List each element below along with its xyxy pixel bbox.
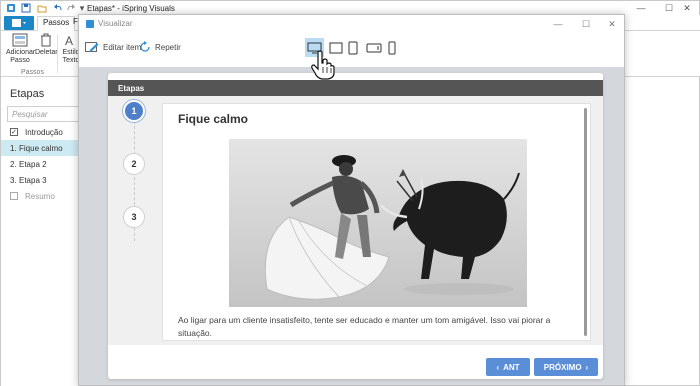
ribbon-group-label: Passos: [21, 69, 44, 76]
redo-icon[interactable]: [66, 3, 76, 13]
dialog-maximize-button[interactable]: ☐: [573, 15, 599, 33]
list-item-label: Introdução: [25, 127, 63, 137]
card-body-text: Ao ligar para um cliente insatisfeito, t…: [178, 315, 551, 338]
dialog-minimize-button[interactable]: —: [545, 15, 571, 33]
repeat-label: Repetir: [155, 42, 181, 52]
edit-item-label: Editar item: [103, 42, 142, 52]
step-2-button[interactable]: 2: [123, 153, 145, 175]
list-item-step-2[interactable]: 2. Etapa 2: [1, 156, 79, 172]
preview-toolbar: Editar item Repetir: [79, 33, 624, 67]
player-header: Etapas: [108, 80, 603, 96]
list-item-summary[interactable]: Resumo: [1, 188, 79, 204]
checkbox-checked-icon[interactable]: ✓: [10, 128, 18, 136]
app-titlebar: ▾ Etapas* - iSpring Visuals — ☐ ✕: [1, 1, 700, 15]
minimize-button[interactable]: —: [627, 1, 655, 15]
card-title: Fique calmo: [178, 112, 249, 126]
next-button[interactable]: PRÓXIMO ›: [534, 358, 598, 376]
repeat-button[interactable]: Repetir: [139, 41, 181, 53]
tab-passos[interactable]: Passos: [37, 16, 76, 31]
open-icon[interactable]: [37, 3, 47, 13]
dialog-titlebar: Visualizar — ☐ ✕: [79, 15, 624, 33]
save-icon[interactable]: [21, 3, 31, 13]
app-logo-icon: [6, 3, 16, 13]
list-item-label: Fique calmo: [19, 143, 63, 153]
repeat-icon: [140, 41, 150, 52]
dialog-close-button[interactable]: ✕: [599, 15, 625, 33]
prev-button[interactable]: ‹ ANT: [486, 358, 530, 376]
preview-dialog: Visualizar — ☐ ✕ Editar item Repetir Eta…: [78, 14, 625, 386]
svg-text:A: A: [65, 34, 73, 47]
hand-cursor-icon: [311, 50, 335, 80]
card-scrollbar[interactable]: [584, 108, 587, 336]
phone-portrait-icon: [388, 41, 395, 54]
device-phone-landscape-button[interactable]: [364, 38, 383, 57]
device-tablet-portrait-button[interactable]: [343, 38, 362, 57]
checkbox-unchecked-icon[interactable]: [10, 192, 18, 200]
list-item-number: 3.: [10, 175, 17, 185]
list-item-label: Resumo: [25, 191, 55, 201]
undo-icon[interactable]: [53, 3, 63, 13]
list-item-label: Etapa 2: [19, 159, 47, 169]
trash-icon: [41, 33, 52, 47]
edit-item-button[interactable]: Editar item: [85, 41, 141, 53]
add-step-button[interactable]: Adicionar Passo: [6, 33, 36, 65]
list-item-number: 1.: [10, 143, 17, 153]
ispring-logo-icon: [86, 20, 94, 28]
search-input[interactable]: Pesquisar: [7, 106, 79, 122]
chevron-left-icon: ‹: [496, 362, 500, 372]
add-step-label: Adicionar Passo: [6, 49, 36, 64]
delete-button[interactable]: Deletar: [35, 33, 58, 57]
device-phone-portrait-button[interactable]: [382, 38, 401, 57]
course-player: Etapas 1 2 3 Fique calmo Ao ligar para u…: [108, 73, 603, 379]
list-item-intro[interactable]: ✓ Introdução: [1, 124, 79, 140]
list-item-step-1[interactable]: 1. Fique calmo: [1, 140, 79, 156]
tablet-portrait-icon: [348, 41, 357, 54]
list-item-label: Etapa 3: [19, 175, 47, 185]
file-menu-button[interactable]: [4, 16, 34, 30]
prev-label: ANT: [503, 362, 520, 372]
panel-title: Etapas: [10, 88, 45, 100]
step-1-button[interactable]: 1: [123, 100, 145, 122]
dialog-title: Visualizar: [98, 19, 133, 28]
text-style-icon: A: [65, 34, 73, 47]
next-label: PRÓXIMO: [543, 362, 582, 372]
bullfighter-image: [229, 139, 527, 307]
close-button[interactable]: ✕: [673, 1, 700, 15]
list-item-number: 2.: [10, 159, 17, 169]
quick-access-menu-icon[interactable]: ▾: [77, 3, 87, 13]
step-3-button[interactable]: 3: [123, 206, 145, 228]
edit-icon: [85, 42, 99, 52]
player-content: 1 2 3 Fique calmo Ao ligar para um clien…: [108, 96, 603, 345]
phone-landscape-icon: [366, 43, 381, 52]
step-card: Fique calmo Ao ligar para um cliente ins…: [162, 103, 591, 341]
preview-stage: Etapas 1 2 3 Fique calmo Ao ligar para u…: [79, 67, 624, 385]
delete-label: Deletar: [35, 49, 58, 56]
list-item-step-3[interactable]: 3. Etapa 3: [1, 172, 79, 188]
app-title: Etapas* - iSpring Visuals: [87, 4, 175, 13]
add-step-icon: [12, 33, 28, 47]
ribbon-separator: [57, 35, 58, 73]
chevron-right-icon: ›: [585, 362, 589, 372]
steps-panel: Etapas Pesquisar ✓ Introdução 1. Fique c…: [1, 77, 79, 386]
